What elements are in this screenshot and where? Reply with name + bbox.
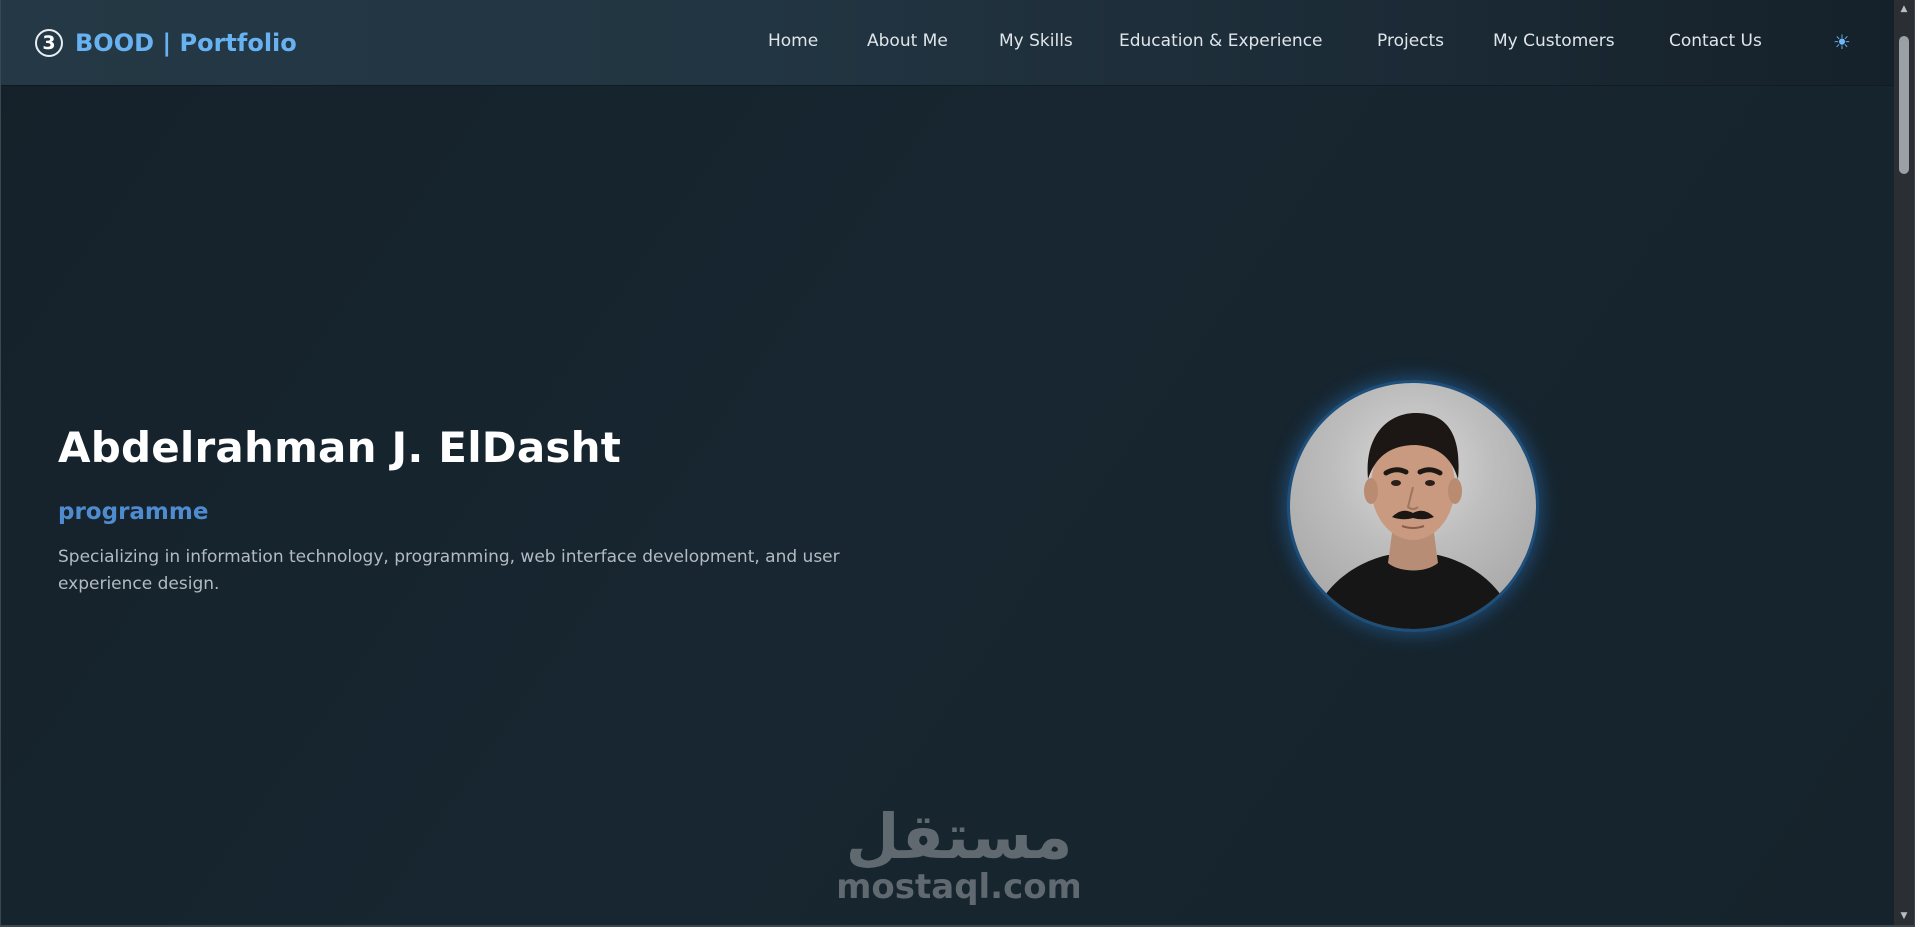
- hero-description: Specializing in information technology, …: [58, 547, 840, 594]
- hero-role: programme: [58, 499, 209, 525]
- nav-item-contact-us[interactable]: Contact Us: [1669, 31, 1762, 51]
- scroll-down-arrow-icon[interactable]: ▼: [1894, 907, 1914, 925]
- scroll-thumb[interactable]: [1899, 36, 1909, 174]
- sun-icon[interactable]: ☀: [1831, 31, 1853, 53]
- nav-item-about-me[interactable]: About Me: [867, 31, 948, 51]
- watermark-arabic: مستقل: [846, 800, 1073, 873]
- profile-photo: [1290, 383, 1536, 629]
- nav-item-my-skills[interactable]: My Skills: [999, 31, 1073, 51]
- main-nav: Home About Me My Skills Education & Expe…: [1, 0, 1894, 85]
- scroll-up-arrow-icon[interactable]: ▲: [1894, 0, 1914, 18]
- navbar: 3 BOOD | Portfolio Home About Me My Skil…: [1, 0, 1894, 85]
- nav-item-home[interactable]: Home: [768, 31, 818, 51]
- avatar-illustration: [1310, 413, 1516, 629]
- nav-item-education-experience[interactable]: Education & Experience: [1119, 31, 1323, 51]
- vertical-scrollbar[interactable]: ▲ ▼: [1894, 0, 1914, 925]
- hero-name: Abdelrahman J. ElDasht: [58, 423, 621, 472]
- nav-item-my-customers[interactable]: My Customers: [1493, 31, 1615, 51]
- mostaql-logo: مستقل mostaql.com: [836, 800, 1082, 907]
- watermark-domain: mostaql.com: [839, 867, 1079, 907]
- nav-item-projects[interactable]: Projects: [1377, 31, 1444, 51]
- page-frame: 3 BOOD | Portfolio Home About Me My Skil…: [0, 0, 1915, 927]
- mostaql-watermark: مستقل mostaql.com: [836, 790, 1082, 910]
